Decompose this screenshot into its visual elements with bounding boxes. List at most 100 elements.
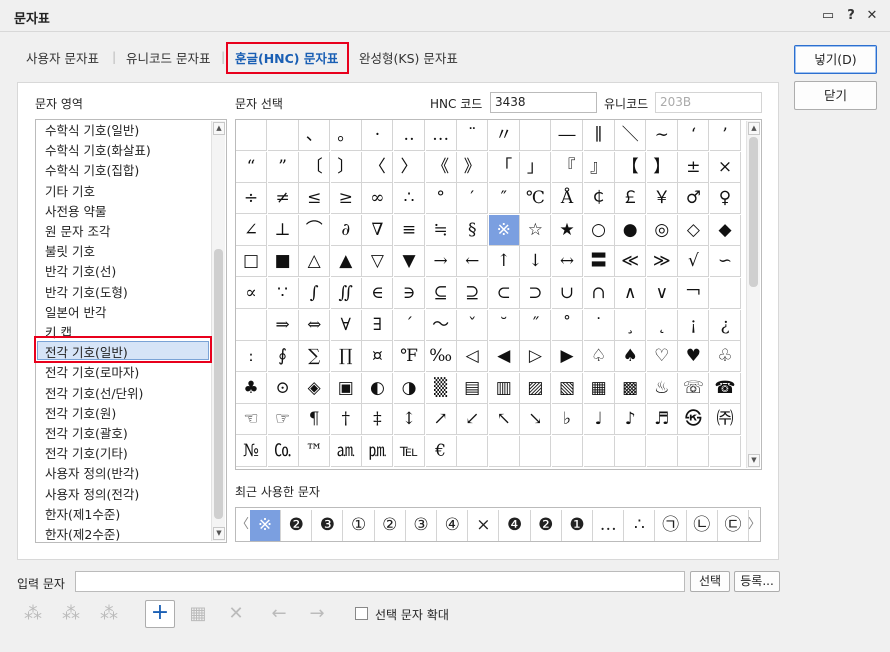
char-cell[interactable]: [710, 436, 741, 467]
char-cell[interactable]: [520, 436, 552, 467]
char-cell[interactable]: ⊃: [520, 278, 552, 309]
char-cell[interactable]: ‰: [425, 341, 457, 373]
char-cell[interactable]: ♩: [583, 404, 615, 436]
char-cell[interactable]: ▣: [330, 372, 362, 404]
char-cell[interactable]: ∈: [362, 278, 394, 309]
char-cell[interactable]: 】: [646, 151, 678, 183]
char-cell[interactable]: ◐: [362, 372, 394, 404]
char-cell[interactable]: ´: [394, 309, 425, 341]
char-cell[interactable]: ˝: [520, 309, 552, 341]
category-item[interactable]: 원 문자 조각: [45, 222, 110, 242]
char-cell[interactable]: ⌒: [299, 214, 331, 246]
category-item[interactable]: 한자(제1수준): [45, 505, 120, 525]
char-cell[interactable]: ¡: [678, 309, 710, 341]
char-cell[interactable]: ∵: [267, 278, 299, 309]
char-cell[interactable]: ●: [615, 214, 647, 246]
char-cell[interactable]: ♭: [552, 404, 583, 436]
category-item[interactable]: 사용자 정의(전각): [45, 485, 139, 505]
char-cell[interactable]: ◆: [710, 214, 741, 246]
char-cell[interactable]: ▼: [394, 246, 425, 278]
category-item[interactable]: 수학식 기호(일반): [45, 121, 139, 141]
category-item[interactable]: 기타 기호: [45, 182, 95, 202]
char-cell[interactable]: ■: [267, 246, 299, 278]
char-cell[interactable]: ◎: [646, 214, 678, 246]
char-cell[interactable]: ⊇: [457, 278, 489, 309]
category-item[interactable]: 전각 기호(로마자): [45, 363, 139, 383]
char-grid[interactable]: 、。 · ‥… ¨ 〃 ― ∥ ＼ ∼ ‘’ “” 〔〕〈〉《》「」『』【】 ± × ÷ ≠ ≤ ≥ ∞ ∴ ° ′ ″ ℃ Å…: [235, 119, 762, 470]
char-cell[interactable]: ⊥: [267, 214, 299, 246]
tab-ks-charmap[interactable]: 완성형(KS) 문자표: [359, 48, 458, 67]
char-cell[interactable]: ◈: [299, 372, 331, 404]
char-cell[interactable]: 〓: [583, 246, 615, 278]
grid-scrollbar[interactable]: ▲ ▼: [746, 121, 760, 468]
char-cell[interactable]: ～: [425, 309, 457, 341]
char-cell[interactable]: ♪: [615, 404, 647, 436]
recent-char-cell[interactable]: ×: [468, 510, 500, 541]
char-cell[interactable]: ⇒: [267, 309, 299, 341]
char-cell[interactable]: ’: [710, 120, 741, 151]
char-cell[interactable]: ∠: [236, 214, 267, 246]
char-cell[interactable]: ↘: [520, 404, 552, 436]
char-cell[interactable]: ∀: [330, 309, 362, 341]
char-cell[interactable]: ℡: [394, 436, 425, 467]
char-cell[interactable]: ↕: [394, 404, 425, 436]
char-cell[interactable]: 〉: [394, 151, 425, 183]
char-cell[interactable]: ♣: [236, 372, 267, 404]
char-cell[interactable]: [710, 278, 741, 309]
recent-char-cell[interactable]: ㉢: [718, 510, 749, 541]
comment-icon[interactable]: ▭: [820, 8, 836, 24]
char-cell[interactable]: ™: [299, 436, 331, 467]
recent-char-cell[interactable]: ❷: [531, 510, 562, 541]
char-cell[interactable]: ±: [678, 151, 710, 183]
char-cell[interactable]: [236, 120, 267, 151]
char-cell[interactable]: ☞: [267, 404, 299, 436]
char-cell[interactable]: ▤: [457, 372, 489, 404]
char-cell[interactable]: ˛: [646, 309, 678, 341]
scroll-down-icon[interactable]: ▼: [748, 454, 760, 467]
char-cell[interactable]: ∩: [583, 278, 615, 309]
category-item[interactable]: 일본어 반각: [45, 303, 106, 323]
add-icon[interactable]: +: [145, 600, 175, 628]
char-cell[interactable]: ◑: [394, 372, 425, 404]
char-cell[interactable]: ▧: [552, 372, 583, 404]
category-item[interactable]: 수학식 기호(집합): [45, 161, 139, 181]
recent-char-cell[interactable]: …: [593, 510, 625, 541]
char-cell[interactable]: ∑: [299, 341, 331, 373]
category-item[interactable]: 사용자 정의(반각): [45, 464, 139, 484]
char-cell[interactable]: ―: [552, 120, 583, 151]
char-cell[interactable]: ×: [710, 151, 741, 183]
hnc-code-field[interactable]: 3438: [490, 92, 597, 113]
char-cell[interactable]: ★: [552, 214, 583, 246]
char-cell[interactable]: ※: [488, 214, 520, 246]
char-cell[interactable]: ↑: [488, 246, 520, 278]
recent-char-cell[interactable]: ❹: [500, 510, 531, 541]
char-cell[interactable]: ㈜: [710, 404, 741, 436]
char-cell[interactable]: ¶: [299, 404, 331, 436]
category-item[interactable]: 전각 기호(선/단위): [45, 384, 143, 404]
char-cell[interactable]: ▦: [583, 372, 615, 404]
char-cell[interactable]: Å: [552, 183, 583, 215]
char-cell[interactable]: ∽: [710, 246, 741, 278]
char-cell[interactable]: ￢: [678, 278, 710, 309]
char-cell[interactable]: ⇔: [299, 309, 331, 341]
char-cell[interactable]: ·: [362, 120, 394, 151]
scroll-left-icon[interactable]: 〈: [236, 510, 249, 541]
category-item[interactable]: 한자(제2수준): [45, 525, 120, 542]
recent-chars-strip[interactable]: 〈 ※ ❷ ❸ ① ② ③ ④ × ❹ ❷ ❶… ∴ ㉠㉡㉢ 〉: [235, 507, 761, 542]
char-cell[interactable]: ″: [488, 183, 520, 215]
char-cell[interactable]: ˇ: [457, 309, 489, 341]
char-cell[interactable]: ♬: [646, 404, 678, 436]
char-cell[interactable]: §: [457, 214, 489, 246]
char-cell[interactable]: ☏: [678, 372, 710, 404]
char-cell[interactable]: 『: [552, 151, 583, 183]
help-icon[interactable]: ?: [843, 8, 859, 24]
char-cell[interactable]: ≤: [299, 183, 331, 215]
char-cell[interactable]: ∞: [362, 183, 394, 215]
char-cell[interactable]: [615, 436, 647, 467]
char-cell[interactable]: ♥: [678, 341, 710, 373]
char-cell[interactable]: 〈: [362, 151, 394, 183]
scroll-up-icon[interactable]: ▲: [213, 122, 225, 135]
char-cell[interactable]: ℉: [394, 341, 425, 373]
char-cell[interactable]: ≫: [646, 246, 678, 278]
char-cell[interactable]: ▨: [520, 372, 552, 404]
